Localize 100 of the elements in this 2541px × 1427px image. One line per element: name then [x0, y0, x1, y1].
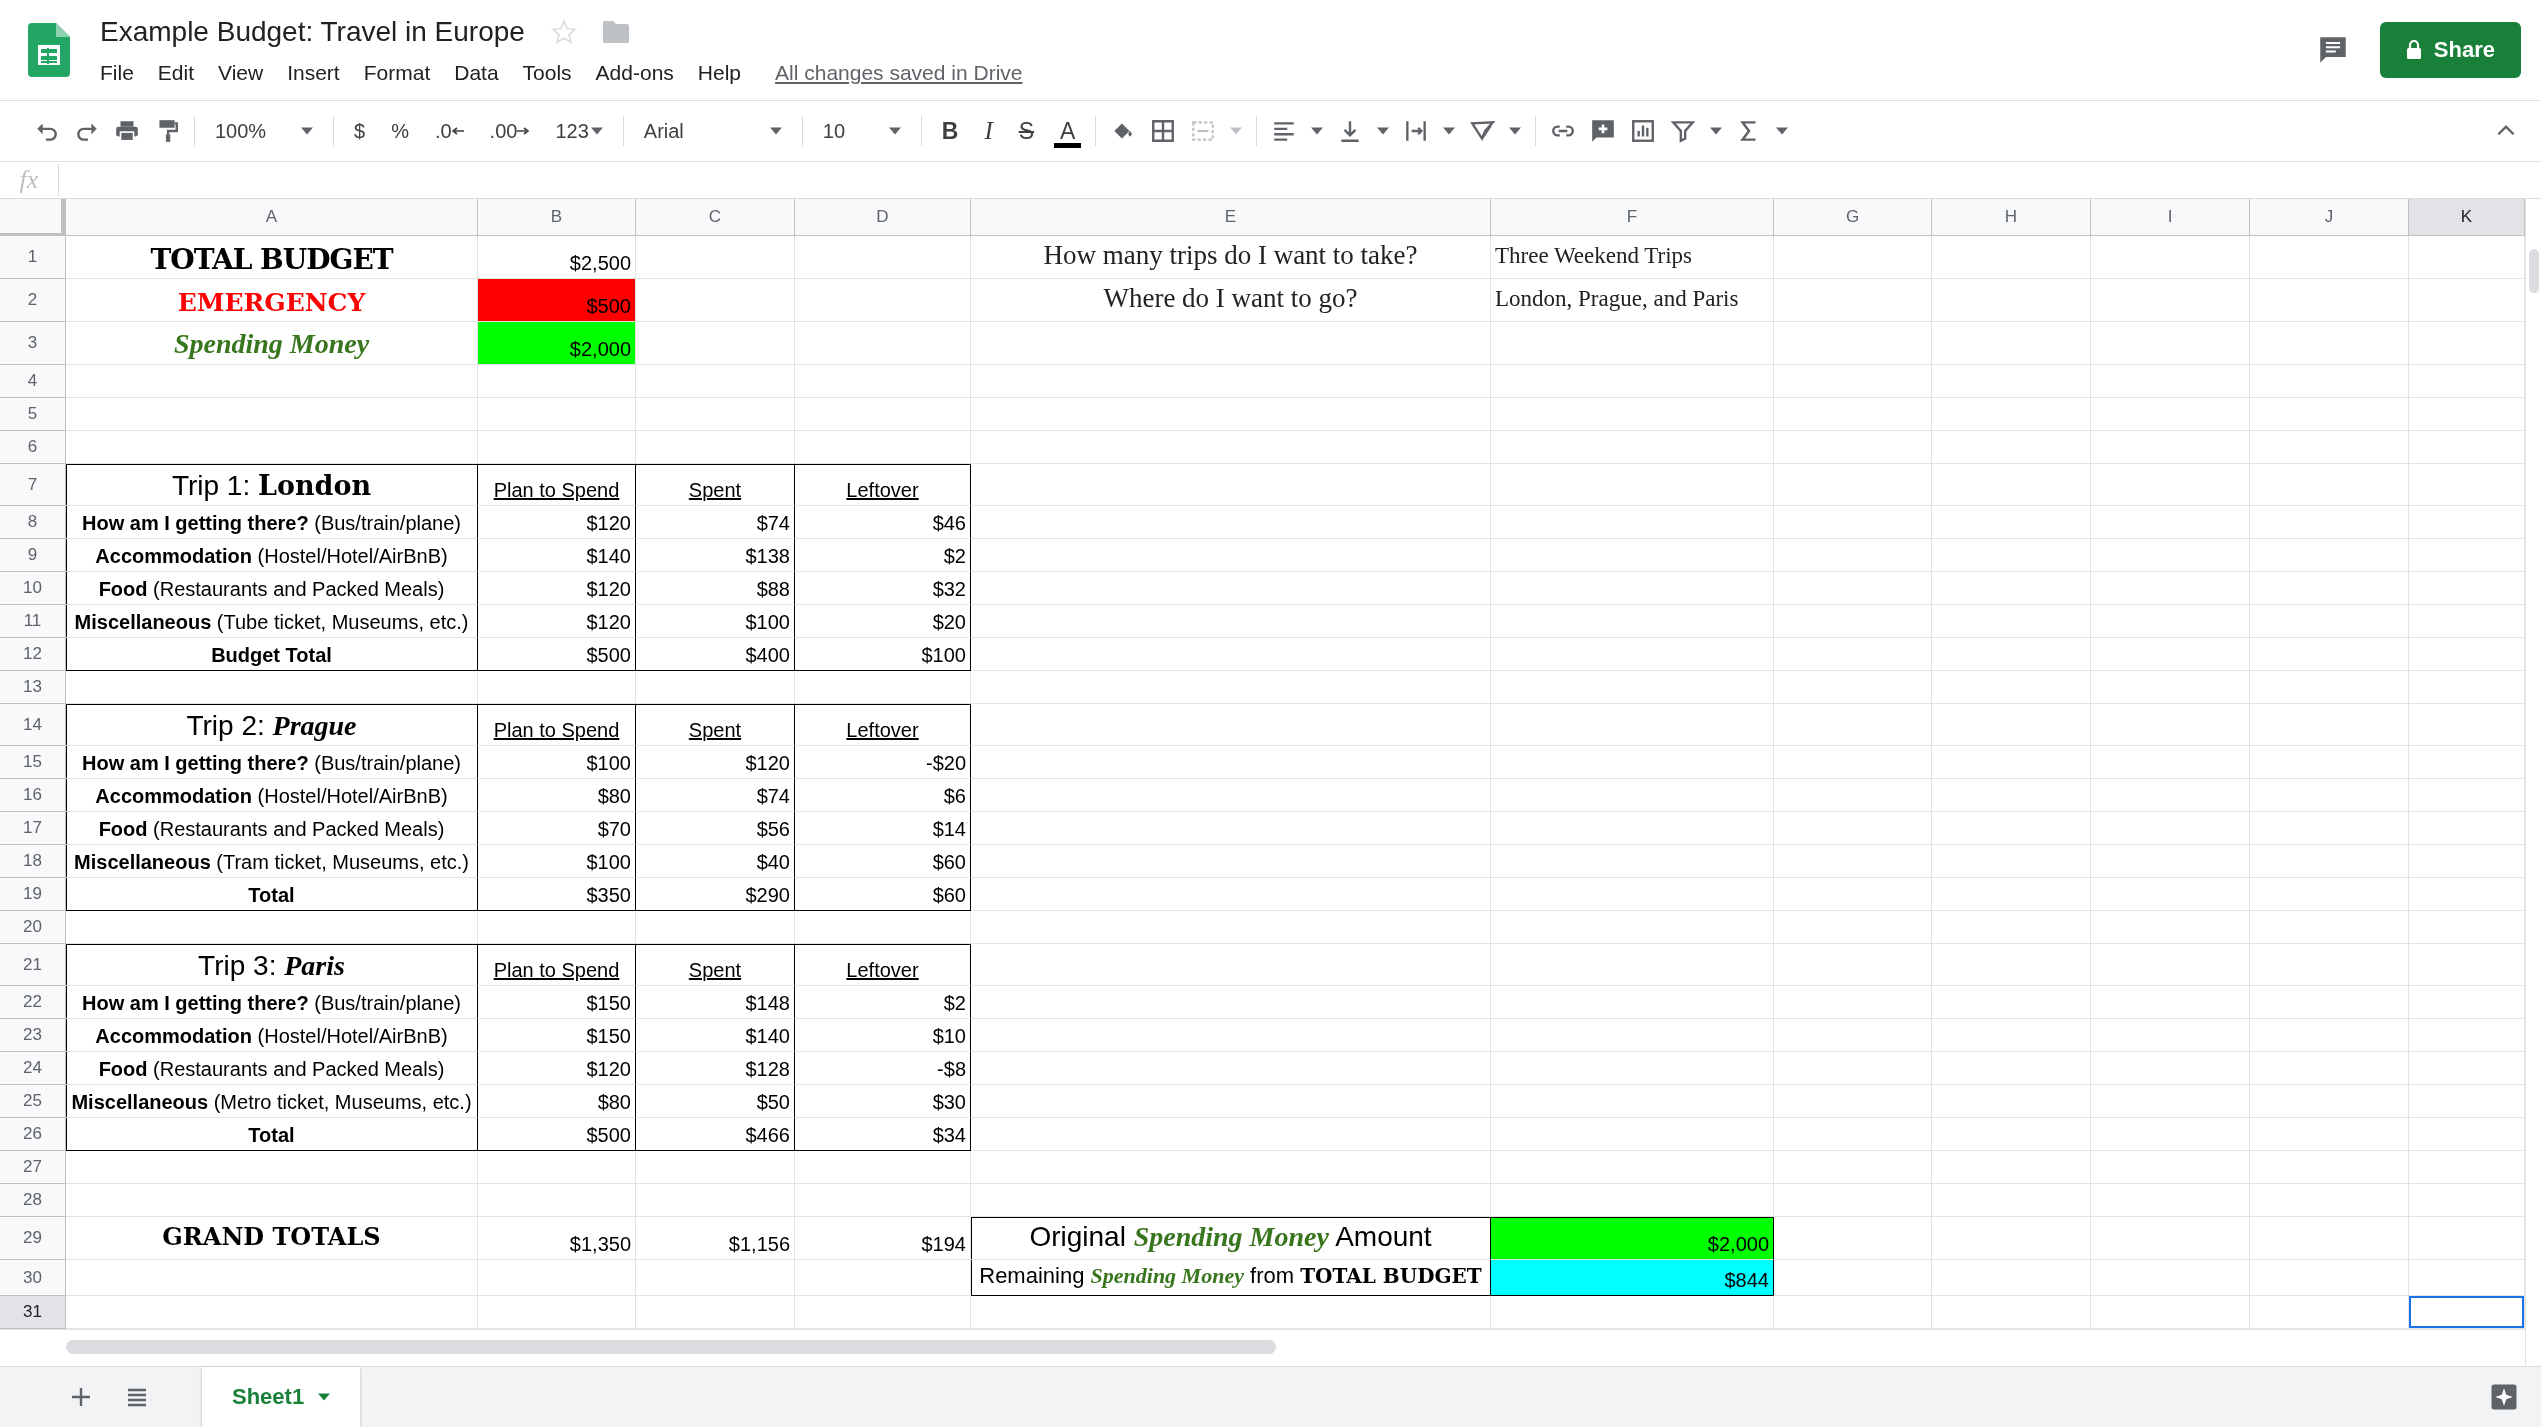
grid-cell[interactable]: [1932, 1019, 2091, 1052]
grid-cell[interactable]: [1932, 506, 2091, 539]
grid-cell[interactable]: [2250, 638, 2409, 671]
grid-cell[interactable]: [2250, 1151, 2409, 1184]
grid-cell[interactable]: [1932, 539, 2091, 572]
grid-cell[interactable]: [1491, 572, 1774, 605]
grid-cell[interactable]: [66, 1151, 478, 1184]
row-header[interactable]: 30: [0, 1260, 66, 1296]
grid-cell[interactable]: [971, 704, 1491, 746]
grid-cell[interactable]: [795, 671, 971, 704]
grid-cell[interactable]: [1774, 572, 1932, 605]
grid-cell[interactable]: [2250, 1118, 2409, 1151]
grid-cell[interactable]: [2250, 236, 2409, 279]
grid-cell[interactable]: [2409, 236, 2525, 279]
grid-cell[interactable]: [971, 845, 1491, 878]
grid-cell[interactable]: [2409, 986, 2525, 1019]
grid-cell[interactable]: [2250, 1019, 2409, 1052]
grid-cell[interactable]: [795, 1260, 971, 1296]
grid-cell[interactable]: [971, 365, 1491, 398]
insert-comment-icon[interactable]: [1590, 118, 1617, 144]
grid-cell[interactable]: [2250, 572, 2409, 605]
grid-cell[interactable]: [2409, 1085, 2525, 1118]
grid-cell[interactable]: [2409, 638, 2525, 671]
caret-icon[interactable]: [590, 127, 603, 135]
grid-cell[interactable]: [2250, 878, 2409, 911]
grid-cell[interactable]: [2091, 779, 2250, 812]
grid-cell[interactable]: [66, 671, 478, 704]
grid-cell[interactable]: [1491, 398, 1774, 431]
grid-cell[interactable]: [2091, 236, 2250, 279]
grid-cell[interactable]: [971, 572, 1491, 605]
row-header[interactable]: 31: [0, 1296, 66, 1329]
row-header[interactable]: 22: [0, 986, 66, 1019]
grid-cell[interactable]: [1491, 779, 1774, 812]
row-header[interactable]: 6: [0, 431, 66, 464]
grid-cell[interactable]: [1774, 1151, 1932, 1184]
row-header[interactable]: 8: [0, 506, 66, 539]
grid-cell[interactable]: [636, 1296, 795, 1329]
grid-cell[interactable]: [1491, 1296, 1774, 1329]
grid-cell[interactable]: [1491, 365, 1774, 398]
grid-cell[interactable]: [1932, 236, 2091, 279]
grid-cell[interactable]: [2091, 1052, 2250, 1085]
grid-cell[interactable]: [1491, 605, 1774, 638]
grid-cell[interactable]: [2091, 944, 2250, 986]
caret-icon[interactable]: [1377, 127, 1390, 135]
grid-cell[interactable]: [1774, 236, 1932, 279]
caret-icon[interactable]: [301, 127, 313, 135]
grid-cell[interactable]: [2250, 845, 2409, 878]
grid-cell[interactable]: [478, 1296, 636, 1329]
grid-cell[interactable]: [1932, 746, 2091, 779]
grid-cell[interactable]: [1932, 638, 2091, 671]
grid-cell[interactable]: [2091, 1019, 2250, 1052]
grid-cell[interactable]: [2409, 1019, 2525, 1052]
grid-cell[interactable]: [971, 1019, 1491, 1052]
grid-cell[interactable]: [1932, 1052, 2091, 1085]
grid-cell[interactable]: [2409, 671, 2525, 704]
grid-cell[interactable]: [2250, 704, 2409, 746]
grid-cell[interactable]: [1932, 1217, 2091, 1260]
grid-cell[interactable]: [2250, 779, 2409, 812]
grid-cell[interactable]: [2409, 1151, 2525, 1184]
row-header[interactable]: 3: [0, 322, 66, 365]
grid-cell[interactable]: [2091, 322, 2250, 365]
grid-cell[interactable]: [1491, 638, 1774, 671]
percent-format-button[interactable]: %: [385, 115, 415, 147]
grid-cell[interactable]: [1932, 671, 2091, 704]
caret-icon[interactable]: [1443, 127, 1456, 135]
grid-cell[interactable]: [795, 365, 971, 398]
row-header[interactable]: 4: [0, 365, 66, 398]
grid-cell[interactable]: [1932, 812, 2091, 845]
grid-cell[interactable]: [1774, 1296, 1932, 1329]
grid-cell[interactable]: [1774, 779, 1932, 812]
caret-icon[interactable]: [1710, 127, 1723, 135]
grid-cell[interactable]: [636, 1260, 795, 1296]
menu-item[interactable]: Add-ons: [583, 61, 686, 85]
grid-cell[interactable]: [971, 671, 1491, 704]
grid-cell[interactable]: [971, 1296, 1491, 1329]
row-header[interactable]: 7: [0, 464, 66, 506]
grid-cell[interactable]: [66, 431, 478, 464]
grid-cell[interactable]: [971, 1085, 1491, 1118]
grid-cell[interactable]: [1932, 1085, 2091, 1118]
grid-cell[interactable]: [2091, 1184, 2250, 1217]
grid-cell[interactable]: [636, 322, 795, 365]
grid-cell[interactable]: [795, 911, 971, 944]
grid-cell[interactable]: [1774, 1118, 1932, 1151]
grid-cell[interactable]: [1491, 1118, 1774, 1151]
grid-cell[interactable]: [1774, 671, 1932, 704]
row-header[interactable]: 10: [0, 572, 66, 605]
column-header[interactable]: A: [66, 199, 478, 236]
grid-cell[interactable]: [795, 1296, 971, 1329]
grid-cell[interactable]: [1932, 464, 2091, 506]
grid-cell[interactable]: [1774, 878, 1932, 911]
grid-cell[interactable]: [1932, 779, 2091, 812]
grid-cell[interactable]: [636, 279, 795, 322]
scrollbar-thumb[interactable]: [2529, 249, 2539, 293]
save-status-link[interactable]: All changes saved in Drive: [775, 61, 1023, 85]
grid-cell[interactable]: [971, 1052, 1491, 1085]
decrease-decimals-button[interactable]: .0: [428, 115, 470, 147]
grid-cell[interactable]: [971, 464, 1491, 506]
grid-cell[interactable]: [795, 322, 971, 365]
grid-cell[interactable]: [1932, 365, 2091, 398]
grid-cell[interactable]: [2409, 878, 2525, 911]
